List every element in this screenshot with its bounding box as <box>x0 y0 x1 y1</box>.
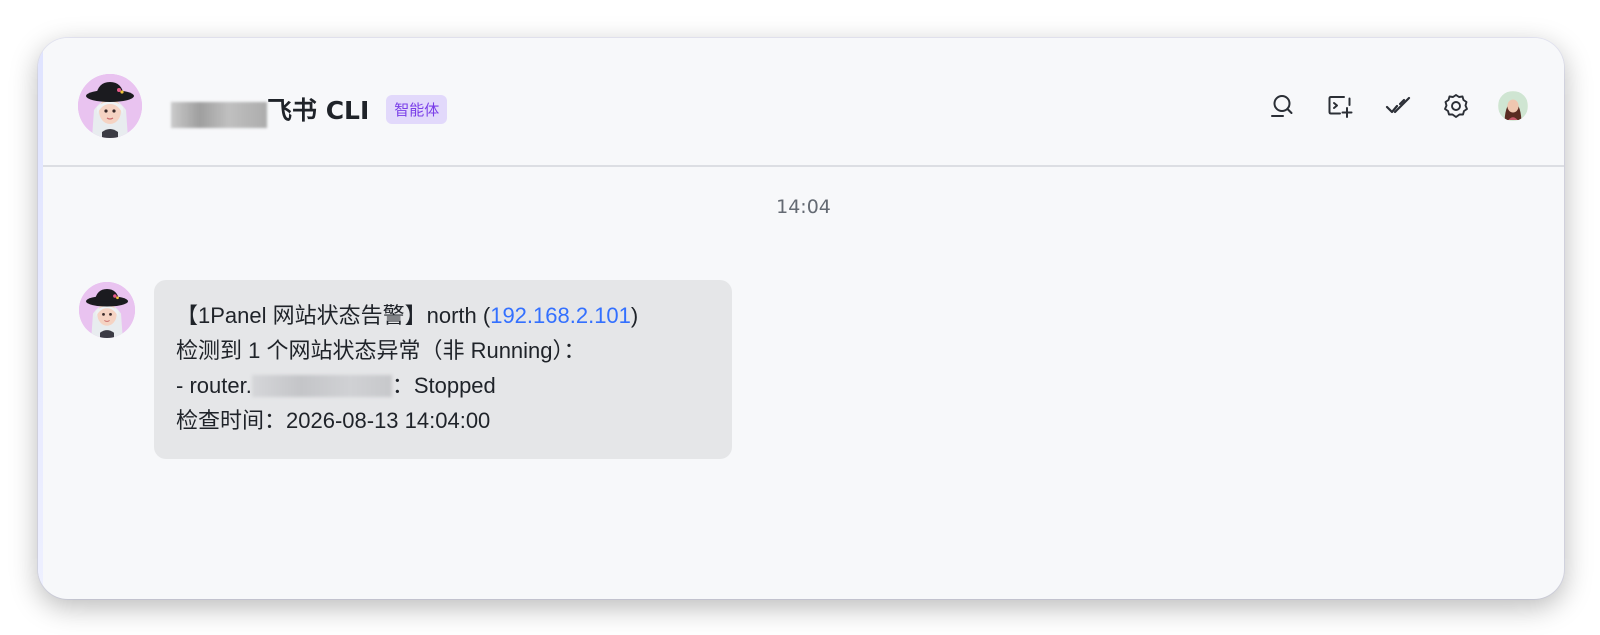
alert-title: 【1Panel 网站状态告警】north ( <box>176 303 491 328</box>
alert-title-suffix: ) <box>630 303 639 328</box>
gear-icon <box>1444 94 1468 118</box>
message-line-1: 【1Panel 网站状态告警】north (192.168.2.101) <box>176 298 710 333</box>
double-check-icon <box>1385 96 1411 114</box>
bot-avatar[interactable] <box>78 74 142 138</box>
bot-avatar-image <box>78 74 142 138</box>
user-avatar-icon <box>1499 92 1527 120</box>
tasks-button[interactable] <box>1382 90 1414 122</box>
message-bubble[interactable]: 【1Panel 网站状态告警】north (192.168.2.101) 检测到… <box>154 280 732 459</box>
chat-area[interactable]: 14:04 【1Panel 网站状态告警】north (192.168.2.10… <box>43 167 1564 599</box>
add-screen-icon <box>1328 96 1353 118</box>
chat-title: 飞书 CLI <box>267 96 370 125</box>
sender-avatar[interactable] <box>79 282 135 338</box>
message-timestamp: 14:04 <box>776 196 831 218</box>
user-avatar[interactable] <box>1498 91 1528 121</box>
redacted-domain <box>251 375 392 397</box>
chat-window: 飞书 CLI 智能体 14:04 【1Panel 网站状态告警】north (1… <box>38 38 1564 599</box>
sender-avatar-image <box>79 282 135 338</box>
add-screen-button[interactable] <box>1324 90 1356 122</box>
message-line-2: 检测到 1 个网站状态异常（非 Running）： <box>176 338 586 363</box>
chat-title-area: 飞书 CLI 智能体 <box>171 92 448 128</box>
message-line-3: - router. ：Stopped <box>176 368 710 403</box>
search-icon <box>1271 95 1293 117</box>
site-status: ：Stopped <box>391 373 496 398</box>
settings-button[interactable] <box>1440 90 1472 122</box>
agent-badge: 智能体 <box>386 94 448 124</box>
search-button[interactable] <box>1266 90 1298 122</box>
redacted-name <box>171 102 267 128</box>
message-line-4: 检查时间：2026-08-13 14:04:00 <box>176 408 491 433</box>
chat-header: 飞书 CLI 智能体 <box>43 38 1564 167</box>
header-toolbar <box>1266 90 1528 122</box>
ip-link[interactable]: 192.168.2.101 <box>490 303 631 328</box>
site-prefix: - router. <box>176 373 252 398</box>
